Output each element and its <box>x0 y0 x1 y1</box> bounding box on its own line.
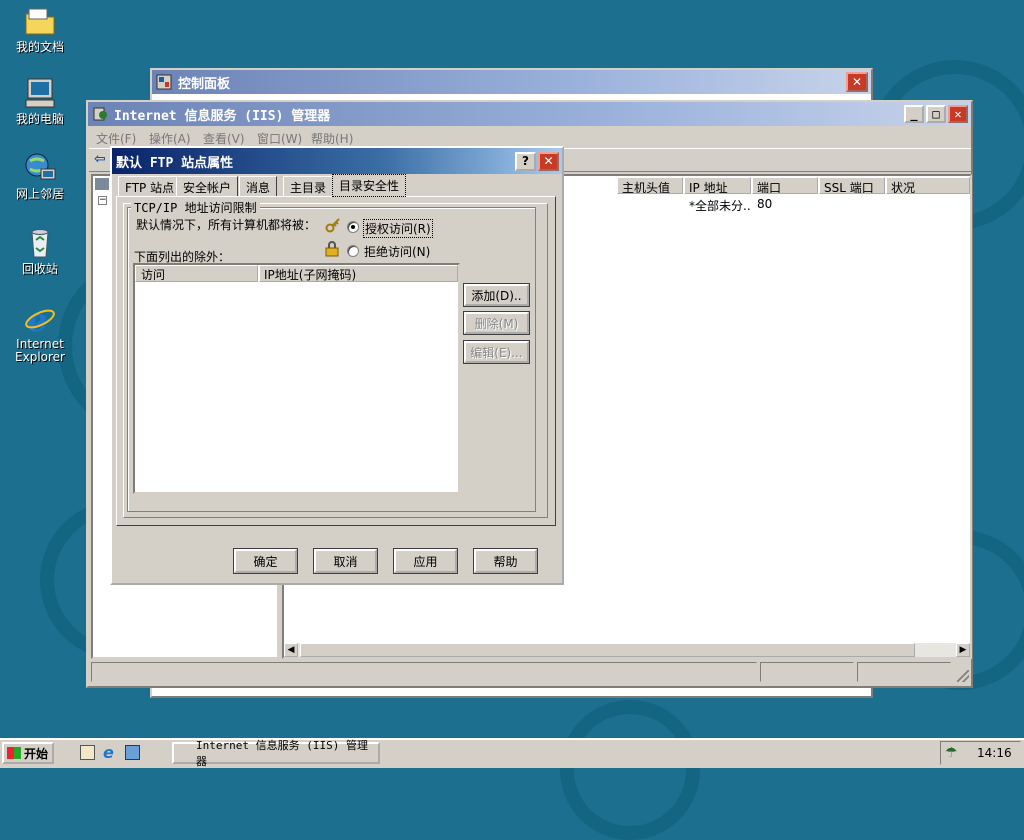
help-button[interactable]: 帮助 <box>473 548 538 574</box>
desktop-icon-label: Internet Explorer <box>15 337 65 364</box>
cancel-button[interactable]: 取消 <box>313 548 378 574</box>
menu-view[interactable]: 查看(V) <box>203 130 245 147</box>
tree-collapse-icon[interactable]: − <box>98 196 107 205</box>
ok-button[interactable]: 确定 <box>233 548 298 574</box>
tree-node-icon <box>95 178 109 190</box>
list-header-access[interactable]: 访问 <box>135 265 258 282</box>
help-question-button[interactable]: ? <box>515 151 536 171</box>
start-button[interactable]: 开始 <box>2 742 54 764</box>
minimize-button[interactable]: _ <box>904 105 924 123</box>
edit-button[interactable]: 编辑(E)... <box>463 340 530 364</box>
menu-file[interactable]: 文件(F) <box>96 130 136 147</box>
tab-ftp-site[interactable]: FTP 站点 <box>118 176 182 196</box>
column-header-port[interactable]: 端口 <box>752 177 818 194</box>
desktop-icon-network[interactable]: 网上邻居 <box>4 151 76 201</box>
iis-icon <box>92 106 108 122</box>
close-button[interactable]: ✕ <box>538 151 559 171</box>
dialog-titlebar[interactable]: 默认 FTP 站点属性 ? ✕ <box>112 148 562 174</box>
computer-icon <box>23 76 57 110</box>
taskbar-iis-button[interactable]: Internet 信息服务 (IIS) 管理器 <box>172 739 380 768</box>
desktop-icon-label: 我的电脑 <box>15 112 64 126</box>
status-bar <box>89 660 971 684</box>
network-icon <box>23 151 57 185</box>
site-port-cell: 80 <box>757 197 773 211</box>
iis-titlebar[interactable]: Internet 信息服务 (IIS) 管理器 _ □ ✕ <box>88 102 971 126</box>
default-access-text: 默认情况下，所有计算机都将被： <box>136 218 317 232</box>
deny-access-radio[interactable] <box>347 245 359 257</box>
resize-grip-icon[interactable] <box>957 670 969 682</box>
column-header-ip[interactable]: IP 地址 <box>684 177 751 194</box>
system-tray: ☂ 14:16 <box>940 741 1021 765</box>
list-header-ip[interactable]: IP地址(子网掩码) <box>259 265 458 282</box>
scroll-thumb[interactable] <box>300 643 915 657</box>
horizontal-scrollbar[interactable]: ◀ ▶ <box>284 643 970 657</box>
column-header-host[interactable]: 主机头值 <box>617 177 683 194</box>
status-panel <box>91 662 757 682</box>
desktop-icon-ie[interactable]: e Internet Explorer <box>4 301 76 364</box>
control-panel-titlebar[interactable]: 控制面板 ✕ <box>152 70 871 94</box>
grant-access-label[interactable]: 授权访问(R) <box>363 219 433 238</box>
close-button[interactable]: ✕ <box>846 72 868 92</box>
status-panel <box>857 662 951 682</box>
desktop-icon-my-computer[interactable]: 我的电脑 <box>4 76 76 126</box>
tab-home-directory[interactable]: 主目录 <box>283 176 334 196</box>
start-label: 开始 <box>24 746 49 761</box>
quick-launch: e <box>70 742 160 764</box>
network-tray-icon[interactable]: ☂ <box>945 745 958 761</box>
ie-icon: e <box>23 301 57 339</box>
desktop-icon-label: 回收站 <box>21 262 58 276</box>
taskbar-iis-label: Internet 信息服务 (IIS) 管理器 <box>196 739 368 768</box>
back-arrow-icon[interactable]: ⇦ <box>94 151 106 167</box>
dialog-title: 默认 FTP 站点属性 <box>116 155 234 171</box>
outlook-express-icon[interactable] <box>125 745 140 760</box>
radio-dot <box>351 225 355 229</box>
menu-action[interactable]: 操作(A) <box>149 130 191 147</box>
status-panel <box>760 662 854 682</box>
remove-button[interactable]: 删除(M) <box>463 311 530 335</box>
maximize-button[interactable]: □ <box>926 105 946 123</box>
desktop-icon-label: 网上邻居 <box>15 187 64 201</box>
ie-quicklaunch-icon[interactable]: e <box>103 743 114 762</box>
desktop-icon-recycle-bin[interactable]: 回收站 <box>4 226 76 276</box>
exception-list[interactable] <box>133 263 460 494</box>
scroll-left-arrow[interactable]: ◀ <box>284 643 298 657</box>
show-desktop-icon[interactable] <box>80 745 95 760</box>
grant-access-radio[interactable] <box>347 221 359 233</box>
deny-access-label[interactable]: 拒绝访问(N) <box>364 243 430 260</box>
menu-window[interactable]: 窗口(W) <box>257 130 302 147</box>
iis-title: Internet 信息服务 (IIS) 管理器 <box>114 108 331 124</box>
control-panel-title: 控制面板 <box>178 76 231 92</box>
add-button[interactable]: 添加(D).. <box>463 283 530 307</box>
key-icon <box>325 217 341 236</box>
recycle-bin-icon <box>23 226 57 260</box>
group-title: TCP/IP 地址访问限制 <box>131 199 260 216</box>
control-panel-icon <box>156 74 172 90</box>
clock: 14:16 <box>977 746 1012 760</box>
column-header-status[interactable]: 状况 <box>886 177 970 194</box>
desktop-icon-label: 我的文档 <box>15 40 64 54</box>
folder-icon <box>23 4 57 38</box>
tab-security-accounts[interactable]: 安全帐户 <box>176 176 239 196</box>
lock-icon <box>324 241 340 260</box>
tab-directory-security[interactable]: 目录安全性 <box>332 174 407 197</box>
menu-help[interactable]: 帮助(H) <box>311 130 353 147</box>
scroll-right-arrow[interactable]: ▶ <box>956 643 970 657</box>
tab-messages[interactable]: 消息 <box>239 176 278 196</box>
apply-button[interactable]: 应用 <box>393 548 458 574</box>
close-button[interactable]: ✕ <box>948 105 968 123</box>
site-ip-cell: *全部未分.. <box>689 199 751 213</box>
desktop-icon-my-documents[interactable]: 我的文档 <box>4 4 76 54</box>
windows-logo-icon <box>7 747 21 759</box>
column-header-ssl-port[interactable]: SSL 端口 <box>819 177 885 194</box>
